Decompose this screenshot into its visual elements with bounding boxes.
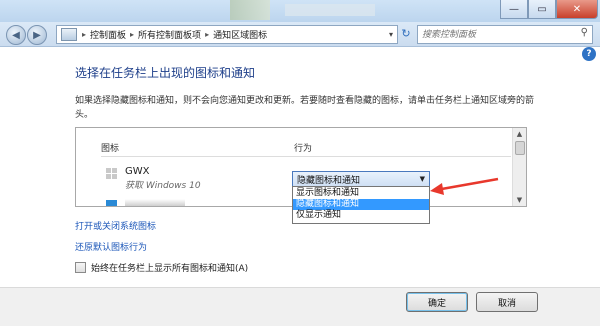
annotation-arrow-head bbox=[430, 183, 444, 195]
system-icons-link[interactable]: 打开或关闭系统图标 bbox=[75, 219, 156, 232]
show-all-icons-label: 始终在任务栏上显示所有图标和通知(A) bbox=[91, 264, 249, 274]
show-all-icons-checkbox[interactable] bbox=[75, 262, 86, 273]
annotation-arrow bbox=[430, 177, 499, 195]
restore-default-link[interactable]: 还原默认图标行为 bbox=[75, 240, 147, 253]
show-all-icons-option[interactable]: 始终在任务栏上显示所有图标和通知(A) bbox=[75, 261, 248, 274]
cancel-button[interactable]: 取消 bbox=[476, 292, 538, 312]
ok-button[interactable]: 确定 bbox=[406, 292, 468, 312]
annotation-arrow-line bbox=[435, 177, 499, 192]
control-panel-window: — ▭ ✕ ◀ ▶ ▸ 控制面板 ▸ 所有控制面板项 ▸ 通知区域图标 ▾ ↻ … bbox=[0, 0, 600, 326]
